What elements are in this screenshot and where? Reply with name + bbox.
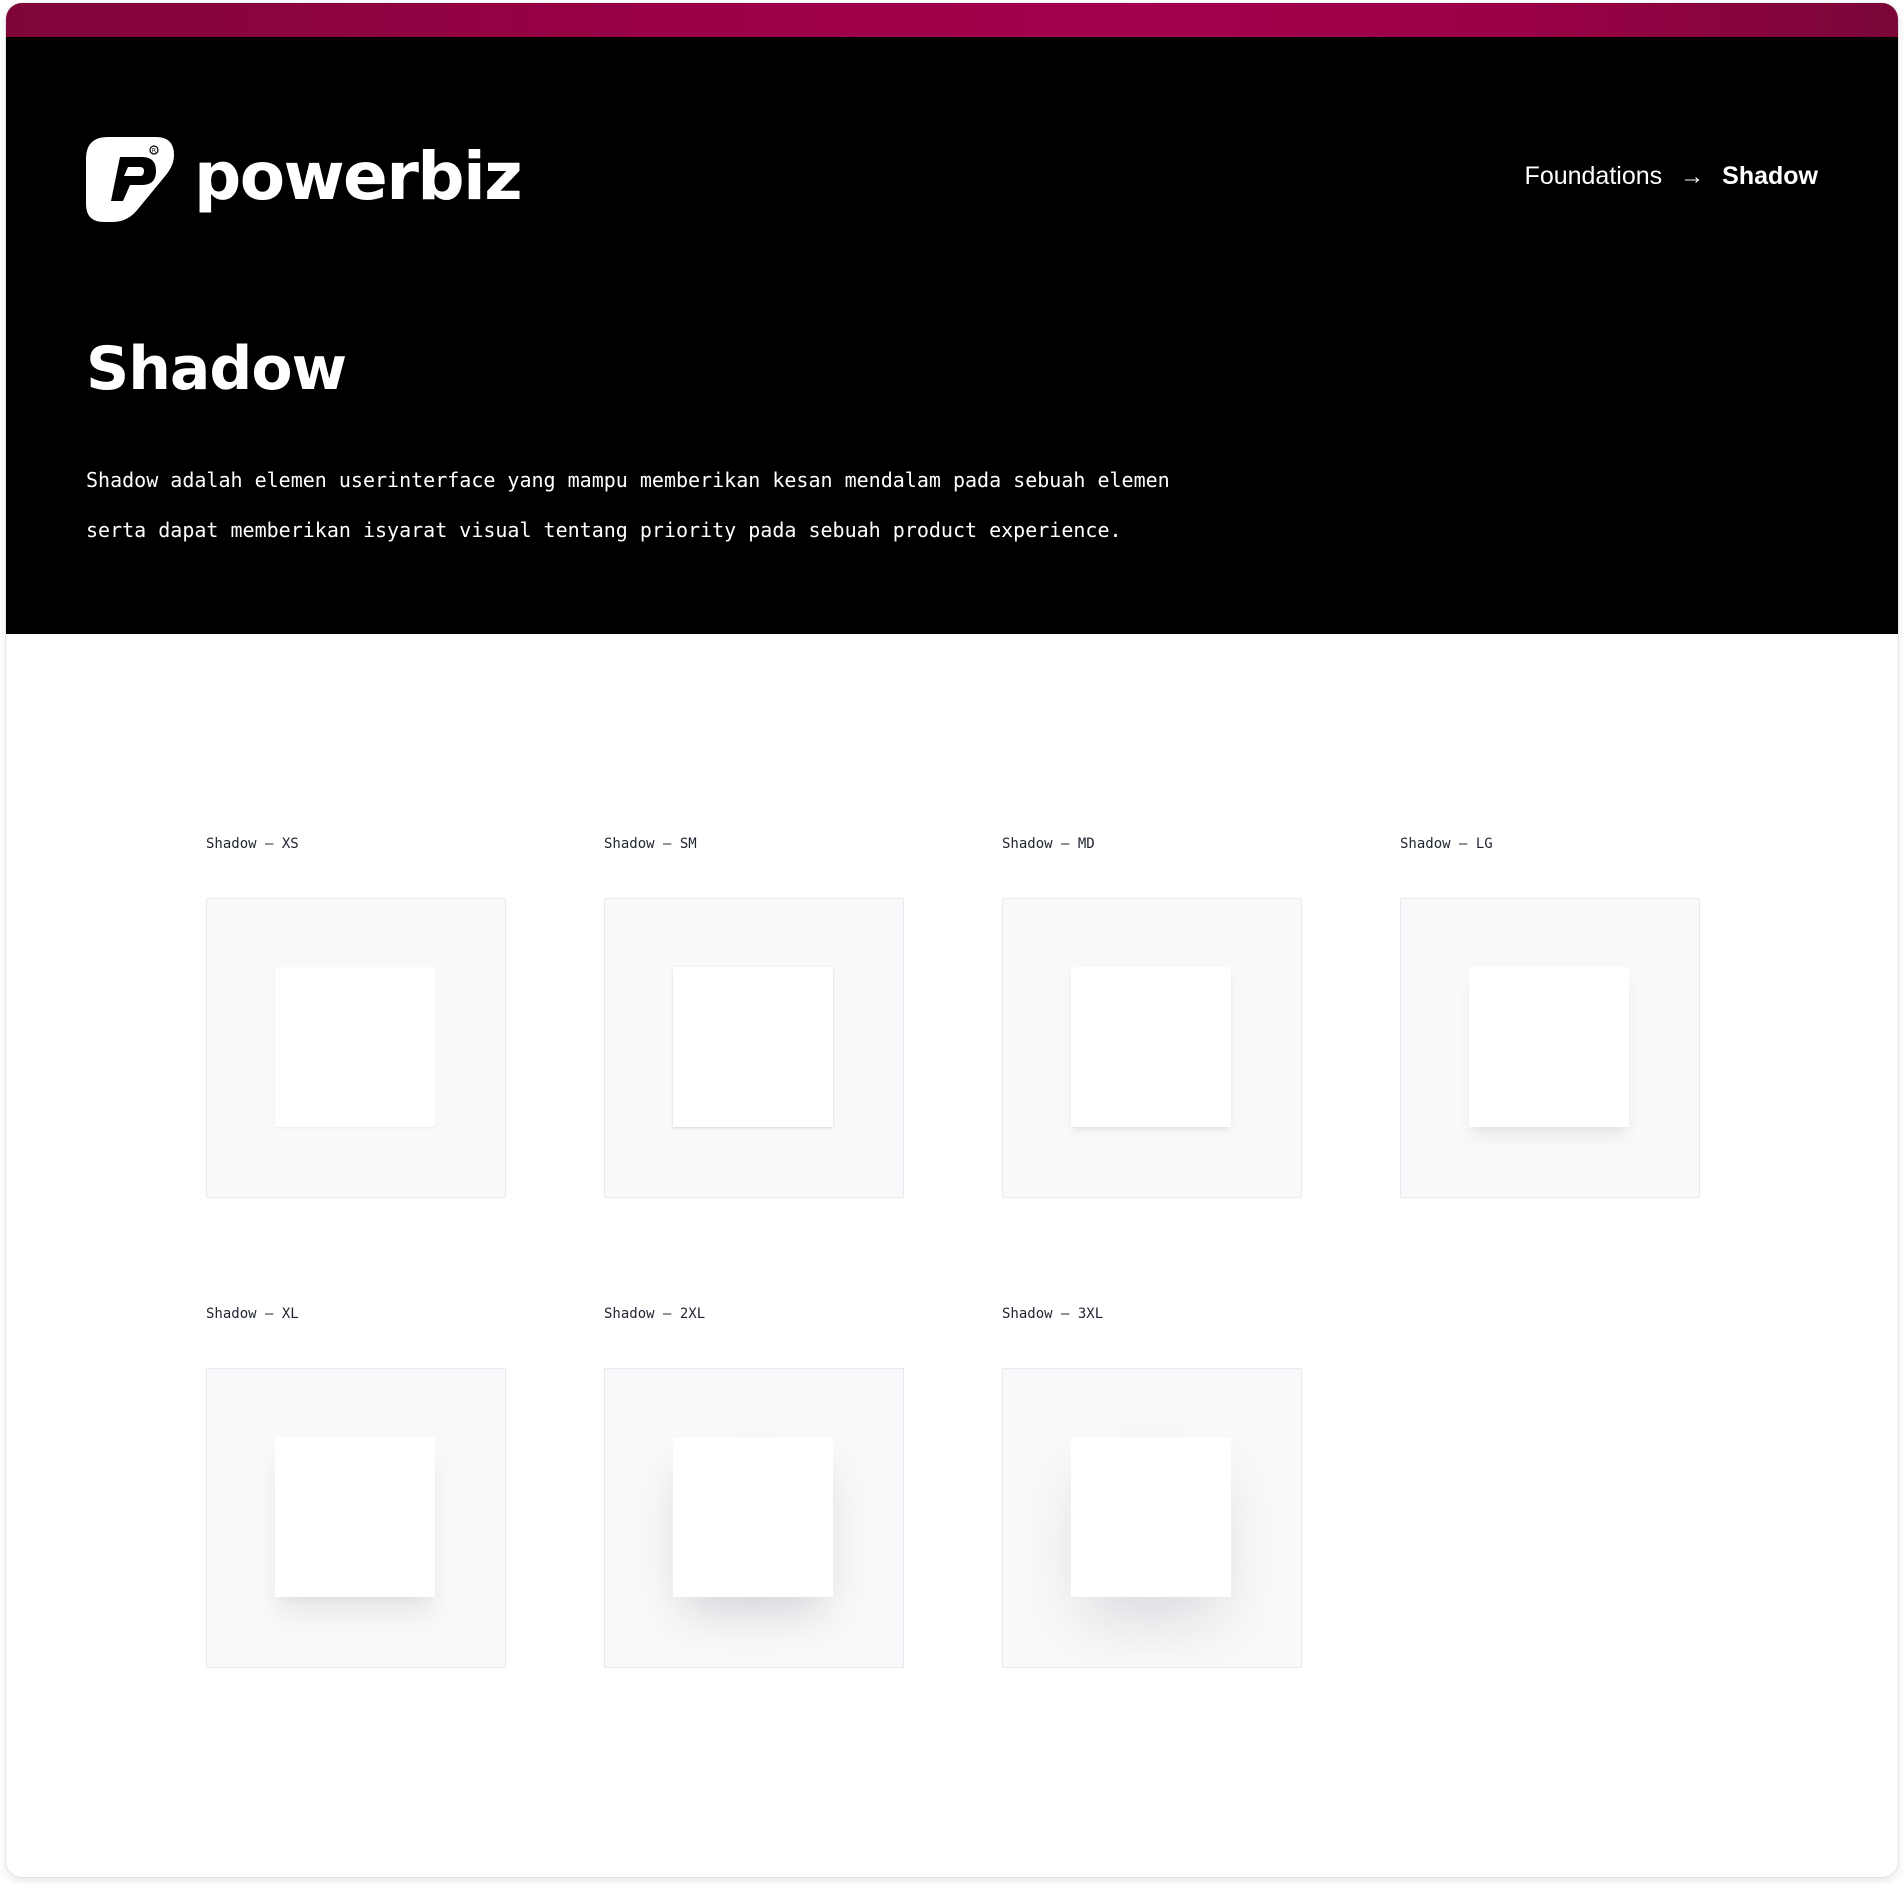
shadow-preview-bg	[206, 1368, 506, 1668]
shadow-preview-bg	[604, 1368, 904, 1668]
shadow-label: Shadow – XS	[206, 836, 299, 852]
shadow-preview-card	[1469, 967, 1629, 1127]
shadow-preview-bg	[1002, 1368, 1302, 1668]
brand-logo[interactable]: R powerbiz	[86, 137, 523, 222]
breadcrumb-item-foundations[interactable]: Foundations	[1525, 162, 1663, 191]
powerbiz-logo-icon: R	[86, 137, 174, 222]
page-description-line: Shadow adalah elemen userinterface yang …	[86, 468, 1170, 492]
shadow-preview-bg	[1400, 898, 1700, 1198]
shadow-label: Shadow – XL	[206, 1306, 299, 1322]
page-description-line: serta dapat memberikan isyarat visual te…	[86, 518, 1122, 542]
shadow-preview-card	[673, 967, 833, 1127]
page-frame: R powerbiz Foundations → Shadow Shadow S…	[6, 3, 1898, 1877]
shadow-label: Shadow – 2XL	[604, 1306, 706, 1322]
shadow-preview-card	[1071, 1437, 1231, 1597]
shadow-label: Shadow – LG	[1400, 836, 1493, 852]
breadcrumb: Foundations → Shadow	[1525, 162, 1818, 191]
shadow-label: Shadow – MD	[1002, 836, 1095, 852]
shadow-preview-card	[673, 1437, 833, 1597]
shadow-preview-card	[1071, 967, 1231, 1127]
shadow-label: Shadow – 3XL	[1002, 1306, 1104, 1322]
arrow-right-icon: →	[1680, 162, 1705, 190]
shadow-preview-bg	[1002, 898, 1302, 1198]
brand-wordmark: powerbiz	[194, 137, 523, 215]
shadow-label: Shadow – SM	[604, 836, 697, 852]
hero-header: R powerbiz Foundations → Shadow Shadow S…	[6, 37, 1898, 634]
shadow-preview-bg	[604, 898, 904, 1198]
accent-bar	[6, 3, 1898, 37]
page-title: Shadow	[86, 334, 347, 404]
shadow-preview-bg	[206, 898, 506, 1198]
breadcrumb-item-current: Shadow	[1722, 162, 1818, 190]
shadow-preview-card	[275, 1437, 435, 1597]
page-description: Shadow adalah elemen userinterface yang …	[86, 455, 1386, 555]
svg-text:R: R	[152, 148, 156, 155]
shadow-preview-card	[275, 967, 435, 1127]
